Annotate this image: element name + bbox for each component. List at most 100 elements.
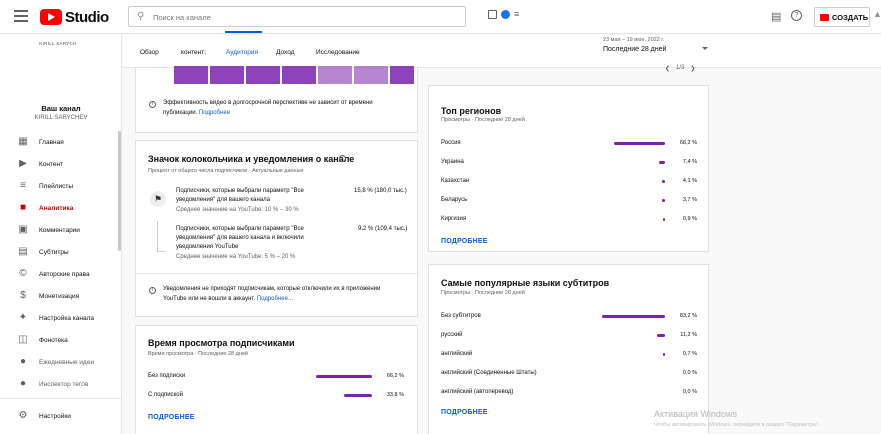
sidebar-item-subtitles[interactable]: ▤ Субтитры <box>0 241 121 263</box>
bell-row1-value: 15,8 % (180,0 тыс.) <box>354 188 407 194</box>
regions-pct: 0,9 % <box>682 216 697 222</box>
watch-subs-more-link[interactable]: ПОДРОБНЕЕ <box>148 414 195 421</box>
create-button[interactable]: СОЗДАТЬ <box>814 7 870 27</box>
regions-pct: 68,2 % <box>679 140 697 146</box>
sidebar-item-ideas[interactable]: ● Ежедневные идеи <box>0 351 121 373</box>
subtitles-bar <box>663 353 665 356</box>
customization-icon: ✦ <box>18 312 28 323</box>
tab-content[interactable]: контент; <box>181 49 206 56</box>
tab-research[interactable]: Исследование <box>316 49 360 56</box>
playlists-icon: ≡ <box>20 180 26 191</box>
watch-subs-bar <box>344 394 372 397</box>
chevron-right-icon[interactable]: ❯ <box>690 65 695 72</box>
bell-row2-value: 9,2 % (109,4 тыс.) <box>358 226 408 232</box>
menu-icon[interactable] <box>14 10 28 22</box>
bell-row1-line1: Подписчики, которые выбрали параметр "Вс… <box>176 188 304 194</box>
sidebar-item-playlists[interactable]: ≡ Плейлисты <box>0 175 121 197</box>
sidebar-item-settings[interactable]: ⚙ Настройки <box>0 405 121 427</box>
top-regions-card: Топ регионов Просмотры · Последние 28 дн… <box>428 85 709 252</box>
watch-subs-pct: 33,8 % <box>386 392 404 398</box>
search-box[interactable]: ⚲ <box>128 6 466 27</box>
settings-icon: ⚙ <box>18 410 28 421</box>
analytics-icon: ■ <box>19 202 27 213</box>
monetization-icon: $ <box>20 290 26 301</box>
account-avatar[interactable]: ▲ <box>873 9 881 21</box>
sidebar-item-customization[interactable]: ✦ Настройка канала <box>0 307 121 329</box>
date-range: 23 мая – 19 июн. 2022 г. <box>603 37 665 43</box>
sidebar-item-dashboard[interactable]: ▦ Главная <box>0 131 121 153</box>
extension-icon[interactable] <box>488 10 497 19</box>
channel-logo[interactable]: KIRILL SARYCH <box>28 41 88 61</box>
retention-bar <box>282 66 316 84</box>
watch-subs-bar <box>316 375 372 378</box>
regions-pct: 7,4 % <box>682 159 697 165</box>
top-extension-icons: ≡ <box>488 10 519 19</box>
bell-row1-avg: Среднее значение на YouTube: 10 % – 30 % <box>176 207 299 213</box>
analytics-tabs-bar: Обзор контент; Аудитория Доход Исследова… <box>123 35 881 68</box>
sidebar-item-content[interactable]: ▶ Контент <box>0 153 121 175</box>
pager-count: 1/3 <box>676 65 685 71</box>
chevron-left-icon[interactable]: ❮ <box>665 65 670 72</box>
sidebar-scrollbar[interactable] <box>118 131 121 251</box>
info-icon[interactable]: i <box>339 155 346 162</box>
tab-audience[interactable]: Аудитория <box>226 49 258 56</box>
regions-row-label: Россия <box>441 140 461 146</box>
studio-logo[interactable]: Studio <box>40 8 109 26</box>
bell-card-subtitle: Процент от общего числа подписчиков · Ак… <box>148 168 304 174</box>
retention-bar <box>210 66 244 84</box>
regions-more-link[interactable]: ПОДРОБНЕЕ <box>441 238 488 245</box>
watch-subs-pct: 66,2 % <box>386 373 404 379</box>
search-icon: ⚲ <box>137 11 145 22</box>
subtitles-bar <box>656 334 665 337</box>
sidebar-item-tags[interactable]: ● Инспектор тегов <box>0 373 121 395</box>
bell-note-link[interactable]: Подробнее... <box>257 296 293 302</box>
subtitles-row-label: английский <box>441 351 473 357</box>
tab-overview[interactable]: Обзор <box>140 49 159 56</box>
regions-pct: 4,1 % <box>682 178 697 184</box>
sidebar-item-monetization[interactable]: $ Монетизация <box>0 285 121 307</box>
retention-note-line2: публикации. Подробнее <box>163 110 231 116</box>
subtitles-more-link[interactable]: ПОДРОБНЕЕ <box>441 409 488 416</box>
sidebar-item-analytics[interactable]: ■ Аналитика <box>0 197 121 219</box>
retention-bar <box>390 66 414 84</box>
bell-note-line1: Уведомления не приходят подписчикам, кот… <box>163 286 381 292</box>
extension-blue-icon[interactable] <box>501 10 510 19</box>
watch-subs-row-label: Без подписки <box>148 373 186 379</box>
subtitles-pct: 0,7 % <box>682 351 697 357</box>
feedback-icon[interactable]: ▤ <box>771 10 781 23</box>
retention-more-link[interactable]: Подробнее <box>199 110 230 116</box>
date-period-select[interactable]: Последние 28 дней <box>603 46 666 53</box>
windows-activation-title: Активация Windows <box>654 409 737 419</box>
regions-bar <box>659 161 665 164</box>
watch-time-subscribers-card: Время просмотра подписчиками Время просм… <box>135 325 418 434</box>
tags-icon: ● <box>19 378 27 389</box>
subtitles-row-label: английский (Соединенные Штаты) <box>441 370 537 376</box>
dashboard-icon: ▦ <box>18 136 28 147</box>
chevron-down-icon[interactable] <box>702 47 708 50</box>
divider <box>136 273 419 274</box>
sidebar-item-audio-library[interactable]: ◫ Фонотека <box>0 329 121 351</box>
sidebar-item-copyright[interactable]: © Авторские права <box>0 263 121 285</box>
subtitles-icon: ▤ <box>18 246 28 257</box>
tab-revenue[interactable]: Доход <box>276 49 294 56</box>
regions-pct: 3,7 % <box>682 197 697 203</box>
info-icon[interactable]: i <box>149 287 156 294</box>
bell-note-line2: YouTube или не вошли в аккаунт. Подробне… <box>163 296 293 302</box>
regions-row-label: Киргизия <box>441 216 467 222</box>
subtitles-title: Самые популярные языки субтитров <box>441 278 610 288</box>
sidebar: KIRILL SARYCH Ваш канал KIRILL SARYCHEV … <box>0 35 122 434</box>
content-icon: ▶ <box>19 158 27 169</box>
search-input[interactable] <box>153 10 453 24</box>
tree-connector <box>157 221 158 251</box>
subtitles-pct: 0,0 % <box>682 389 697 395</box>
sidebar-divider <box>0 398 121 399</box>
pager: ❮ 1/3 ❯ <box>665 65 695 72</box>
extension-list-icon[interactable]: ≡ <box>514 10 519 19</box>
regions-bar <box>613 142 665 145</box>
info-icon[interactable]: i <box>149 101 156 108</box>
subtitles-row-label: русский <box>441 332 463 338</box>
help-icon[interactable]: ? <box>791 10 802 21</box>
retention-bar <box>174 66 208 84</box>
sidebar-item-comments[interactable]: ▣ Комментарии <box>0 219 121 241</box>
channel-name: KIRILL SARYCHEV <box>34 115 88 121</box>
